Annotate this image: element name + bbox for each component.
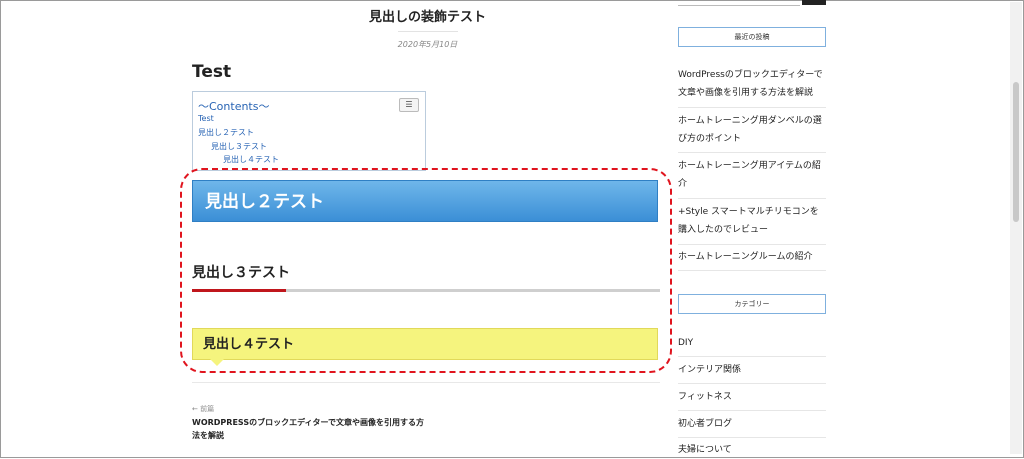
sidebar-divider	[678, 270, 826, 271]
toc-title: 〜Contents〜	[198, 100, 270, 113]
scrollbar[interactable]	[1010, 2, 1022, 454]
sidebar-divider	[678, 198, 826, 199]
sidebar-divider	[678, 107, 826, 108]
search-button[interactable]	[802, 0, 826, 5]
heading-test: Test	[192, 62, 232, 82]
recent-post-link[interactable]: ホームトレーニングルームの紹介	[678, 248, 826, 266]
prev-post-label: ← 前篇	[192, 405, 215, 413]
title-divider	[398, 31, 458, 32]
recent-post-link[interactable]: ホームトレーニング用アイテムの紹介	[678, 157, 826, 193]
sidebar-divider	[678, 383, 826, 384]
category-link[interactable]: 夫婦について	[678, 441, 826, 459]
prev-post-link[interactable]: WORDPRESSのブロックエディターで文章や画像を引用する方法を解説	[192, 416, 432, 442]
scrollbar-thumb[interactable]	[1013, 82, 1019, 222]
recent-post-link[interactable]: ホームトレーニング用ダンベルの選び方のポイント	[678, 112, 826, 148]
recent-posts-title: 最近の投稿	[678, 27, 826, 47]
category-link[interactable]: 初心者ブログ	[678, 415, 826, 433]
search-input[interactable]	[678, 0, 800, 6]
category-link[interactable]: インテリア関係	[678, 361, 826, 379]
highlight-annotation	[180, 168, 672, 373]
sidebar-divider	[678, 410, 826, 411]
recent-post-link[interactable]: WordPressのブロックエディターで文章や画像を引用する方法を解説	[678, 66, 826, 102]
table-of-contents: 〜Contents〜 ☰ Test 見出し２テスト 見出し３テスト 見出し４テス…	[192, 91, 426, 171]
category-link[interactable]: フィットネス	[678, 388, 826, 406]
sidebar-divider	[678, 152, 826, 153]
list-toggle-icon[interactable]: ☰	[399, 98, 419, 112]
post-date: 2020年5月10日	[397, 40, 458, 49]
category-link[interactable]: DIY	[678, 334, 826, 352]
sidebar-divider	[678, 356, 826, 357]
category-title: カテゴリー	[678, 294, 826, 314]
recent-post-link[interactable]: +Style スマートマルチリモコンを購入したのでレビュー	[678, 203, 826, 239]
sidebar-divider	[678, 437, 826, 438]
toc-item[interactable]: 見出し２テスト	[198, 127, 254, 138]
post-divider	[192, 382, 660, 383]
toc-item[interactable]: Test	[198, 114, 214, 123]
sidebar-divider	[678, 244, 826, 245]
toc-item[interactable]: 見出し４テスト	[223, 154, 279, 165]
toc-item[interactable]: 見出し３テスト	[211, 141, 267, 152]
post-title: 見出しの装飾テスト	[368, 10, 486, 25]
